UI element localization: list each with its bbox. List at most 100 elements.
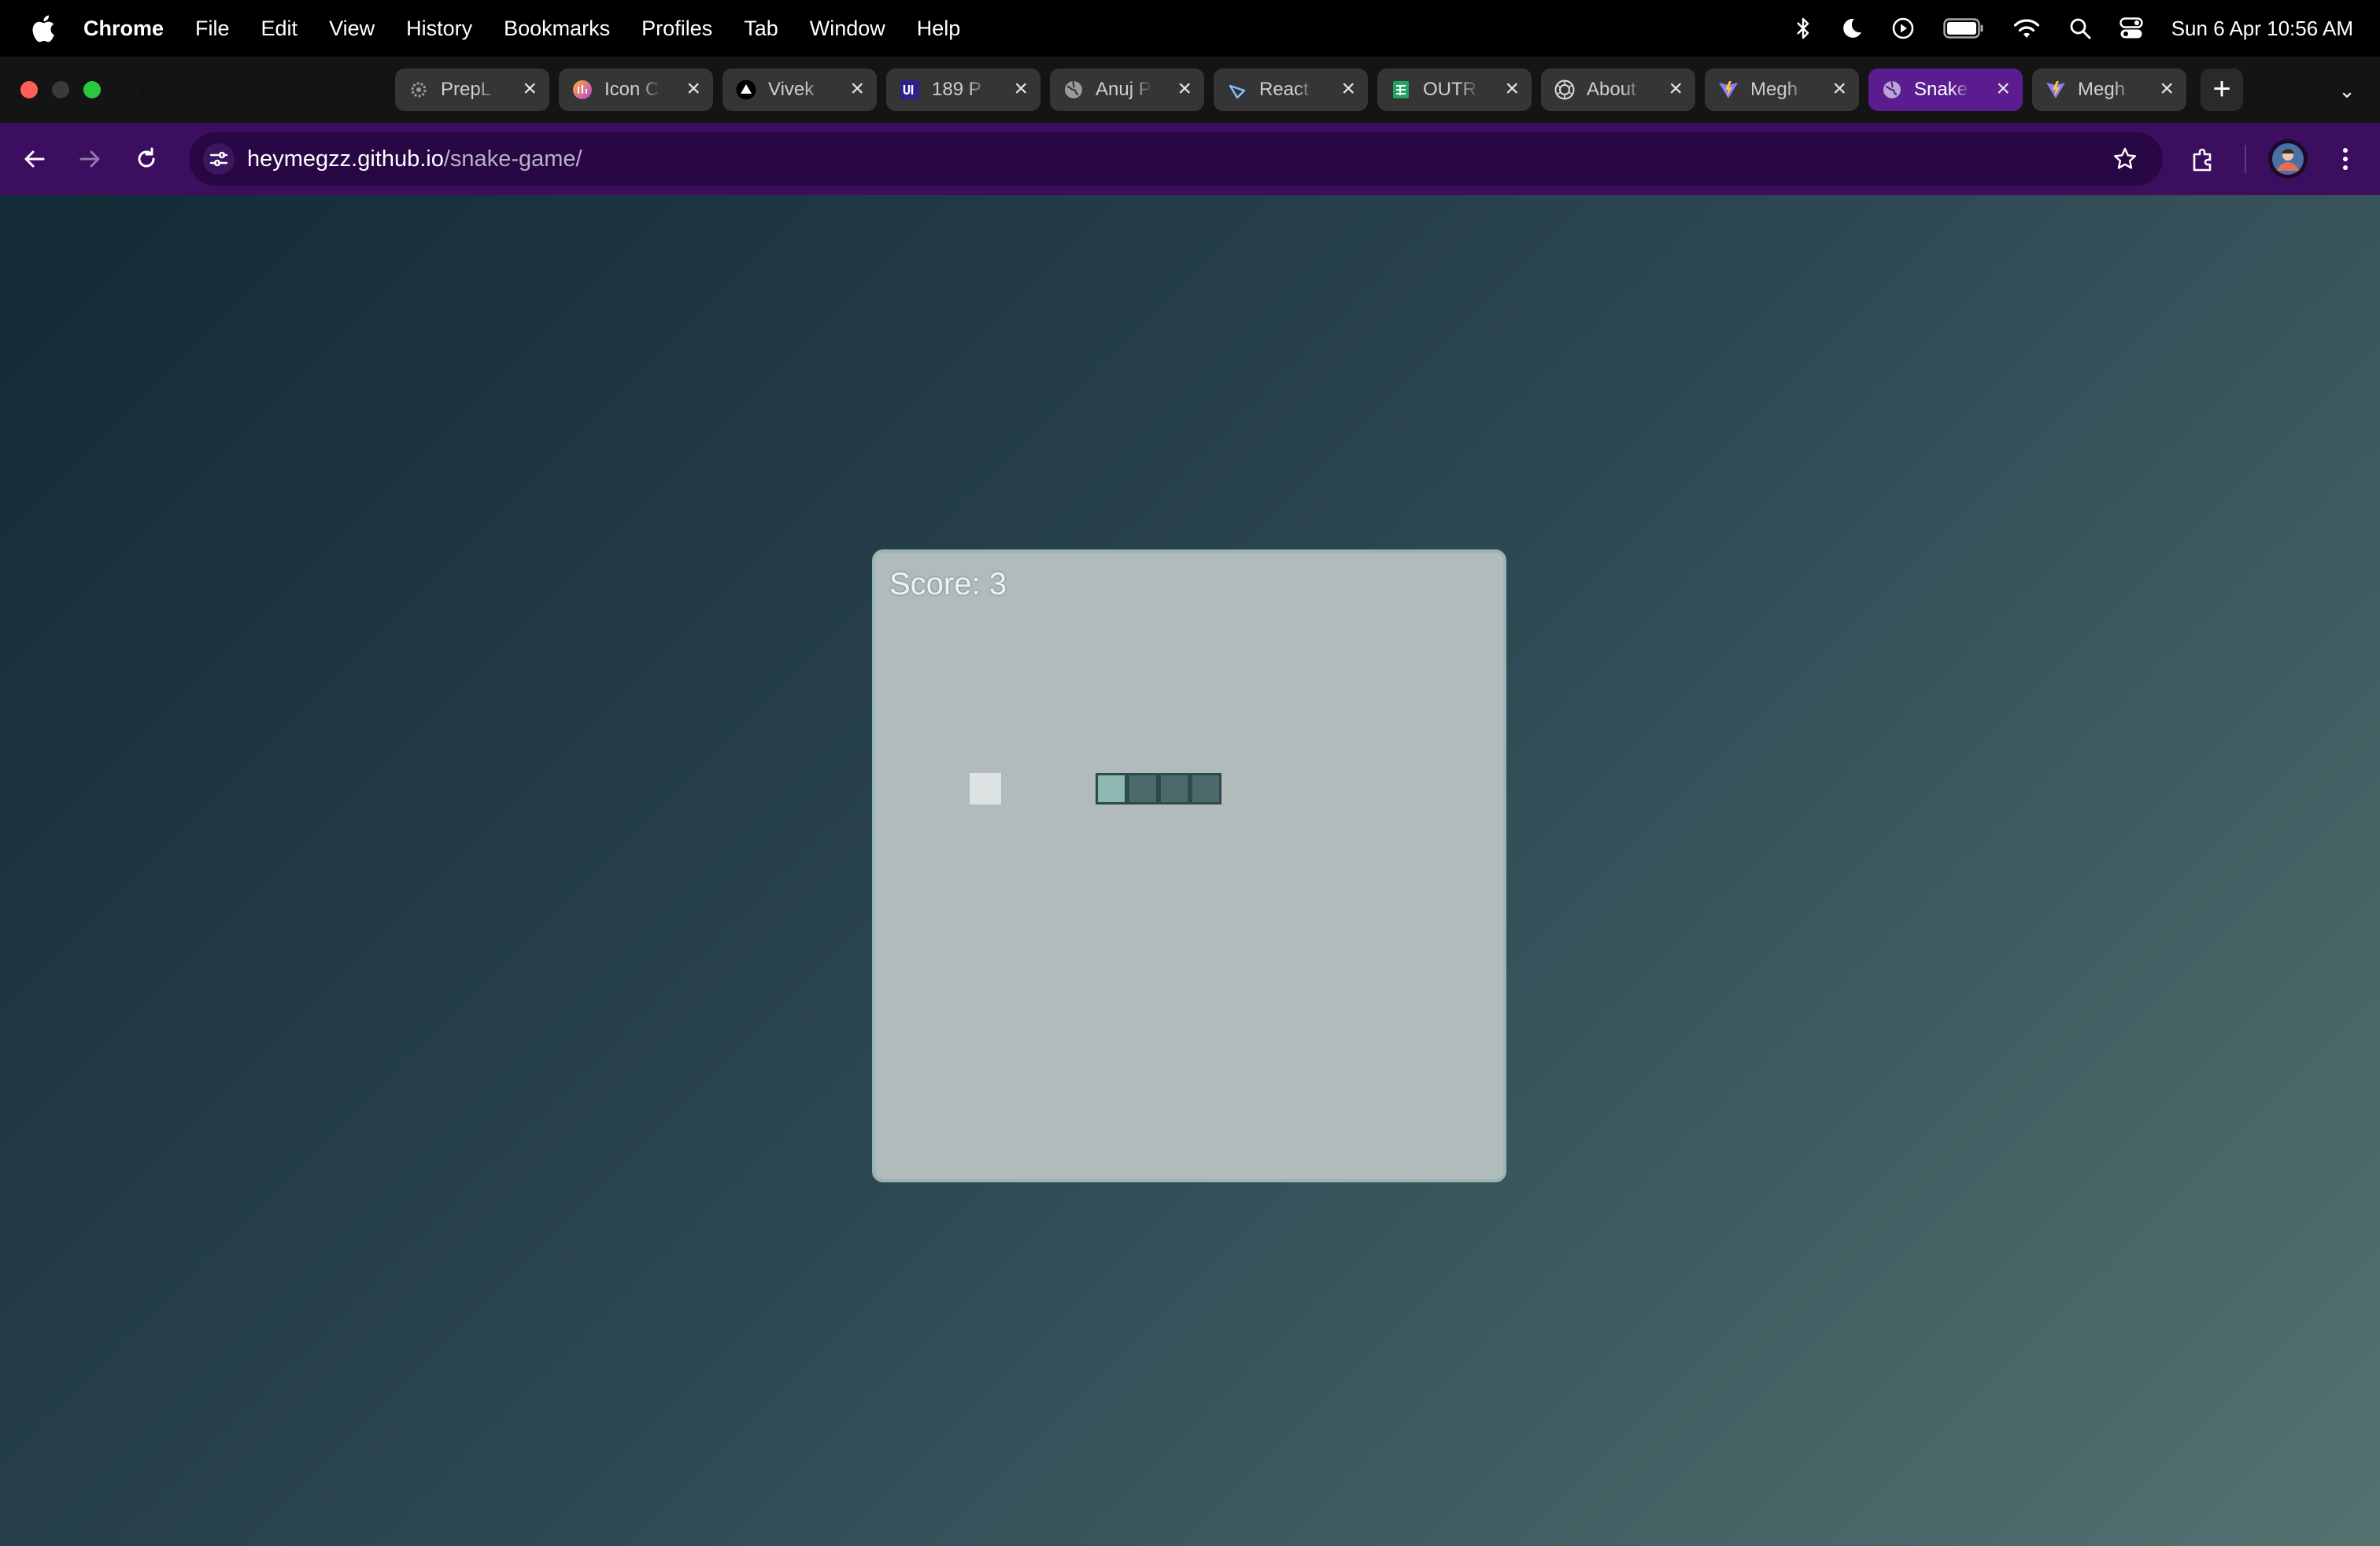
close-tab-icon[interactable]: × <box>850 68 864 111</box>
tab-title: Anuj P <box>1096 68 1152 111</box>
ui-badge-icon <box>899 79 921 101</box>
puzzle-icon <box>2193 148 2212 172</box>
triangle-icon <box>735 79 757 101</box>
food-pellet <box>970 773 1001 804</box>
sheets-icon <box>1390 79 1412 101</box>
tab-title: Vivek <box>768 68 825 111</box>
tab-189-p[interactable]: 189 P × <box>886 68 1040 111</box>
url-path: /snake-game/ <box>443 146 582 172</box>
zoom-window-button[interactable] <box>83 81 101 98</box>
macos-menu-bar: Chrome File Edit View History Bookmarks … <box>0 0 2380 57</box>
new-tab-button[interactable]: + <box>2201 68 2243 111</box>
close-tab-icon[interactable]: × <box>1014 68 1028 111</box>
close-tab-icon[interactable]: × <box>1177 68 1192 111</box>
control-center-icon[interactable] <box>2119 17 2143 39</box>
url-domain: heymegzz.github.io <box>247 146 444 172</box>
tab-group-dsa[interactable]: dsa <box>326 76 378 105</box>
reload-icon <box>138 147 155 168</box>
apple-icon[interactable] <box>30 14 57 43</box>
game-board[interactable]: Score: 3 <box>872 549 1506 1182</box>
close-window-button[interactable] <box>20 81 38 98</box>
react-icon <box>1226 79 1248 101</box>
menu-window[interactable]: Window <box>810 17 885 41</box>
menu-file[interactable]: File <box>195 17 230 41</box>
arrow-right-icon <box>79 150 100 168</box>
close-tab-icon[interactable]: × <box>1341 68 1355 111</box>
tab-title: PrepL <box>441 68 497 111</box>
close-tab-icon[interactable]: × <box>2160 68 2174 111</box>
status-area: Sun 6 Apr 10:56 AM <box>1795 0 2353 57</box>
close-tab-icon[interactable]: × <box>523 68 537 111</box>
vite-icon <box>1717 79 1739 101</box>
score-display: Score: 3 <box>889 567 1007 601</box>
menu-profiles[interactable]: Profiles <box>641 17 712 41</box>
tab-title: Megh <box>1750 68 1807 111</box>
address-bar[interactable]: heymegzz.github.io/snake-game/ <box>189 132 2163 186</box>
more-vertical-icon <box>2343 148 2348 170</box>
gradient-circle-icon <box>571 79 593 101</box>
page-viewport: Score: 3 <box>0 195 2380 1546</box>
tab-outr[interactable]: OUTR × <box>1377 68 1532 111</box>
menubar-clock[interactable]: Sun 6 Apr 10:56 AM <box>2171 17 2353 41</box>
moon-icon[interactable] <box>1839 17 1863 40</box>
profile-avatar[interactable] <box>2268 139 2308 179</box>
tab-about[interactable]: About × <box>1541 68 1695 111</box>
globe-icon <box>1881 79 1903 101</box>
bluetooth-icon[interactable] <box>1795 17 1811 40</box>
tab-group-logic[interactable]: logic <box>129 76 192 105</box>
url-text[interactable]: heymegzz.github.io/snake-game/ <box>247 132 582 186</box>
tab-title: OUTR <box>1423 68 1480 111</box>
avatar-icon <box>2272 143 2304 175</box>
menu-history[interactable]: History <box>406 17 472 41</box>
tab-vivek[interactable]: Vivek × <box>722 68 877 111</box>
minimize-window-button[interactable] <box>52 81 69 98</box>
bookmark-star-icon[interactable] <box>2109 143 2141 175</box>
menu-view[interactable]: View <box>329 17 375 41</box>
site-settings-icon[interactable] <box>203 143 235 175</box>
snake-body-segment <box>1159 773 1190 804</box>
tab-title: 189 P <box>932 68 989 111</box>
close-tab-icon[interactable]: × <box>1669 68 1683 111</box>
tab-title: Megh <box>2078 68 2134 111</box>
tab-anuj-p[interactable]: Anuj P × <box>1050 68 1204 111</box>
tab-megh-2[interactable]: Megh × <box>2032 68 2186 111</box>
tab-react[interactable]: React × <box>1214 68 1368 111</box>
menu-help[interactable]: Help <box>917 17 961 41</box>
tab-title: Icon C <box>604 68 661 111</box>
vite-icon <box>2045 79 2067 101</box>
snake-tail-segment <box>1190 773 1221 804</box>
openai-icon <box>1554 79 1576 101</box>
globe-icon <box>1062 79 1085 101</box>
arrow-left-icon <box>24 150 45 168</box>
play-circle-icon[interactable] <box>1891 17 1915 40</box>
battery-icon[interactable] <box>1943 18 1984 39</box>
tab-snake-active[interactable]: Snake × <box>1868 68 2023 111</box>
extensions-button[interactable] <box>2183 139 2224 179</box>
chrome-menu-button[interactable] <box>2325 139 2366 179</box>
tab-prepl[interactable]: PrepL × <box>395 68 549 111</box>
toolbar-divider <box>2245 145 2246 173</box>
tab-group-webdev[interactable]: webdev <box>214 76 302 105</box>
reload-button[interactable] <box>126 139 167 179</box>
tab-title: About <box>1587 68 1643 111</box>
tab-icon-c[interactable]: Icon C × <box>559 68 713 111</box>
tab-title: Snake <box>1914 68 1971 111</box>
tab-megh-1[interactable]: Megh × <box>1705 68 1859 111</box>
menu-edit[interactable]: Edit <box>261 17 298 41</box>
close-tab-icon[interactable]: × <box>1832 68 1846 111</box>
gear-icon <box>408 79 430 101</box>
search-icon[interactable] <box>2069 17 2091 39</box>
snake-head <box>1096 773 1127 804</box>
forward-button[interactable] <box>69 139 110 179</box>
tab-title: React <box>1259 68 1316 111</box>
tab-search-chevron-icon[interactable]: ⌄ <box>2330 76 2364 105</box>
menu-tab[interactable]: Tab <box>744 17 778 41</box>
menu-bookmarks[interactable]: Bookmarks <box>504 17 610 41</box>
close-tab-icon[interactable]: × <box>686 68 700 111</box>
menu-chrome[interactable]: Chrome <box>83 17 164 41</box>
close-tab-icon[interactable]: × <box>1505 68 1519 111</box>
wifi-icon[interactable] <box>2012 17 2041 39</box>
close-tab-icon[interactable]: × <box>1996 68 2010 111</box>
back-button[interactable] <box>14 139 55 179</box>
snake-body-segment <box>1127 773 1159 804</box>
